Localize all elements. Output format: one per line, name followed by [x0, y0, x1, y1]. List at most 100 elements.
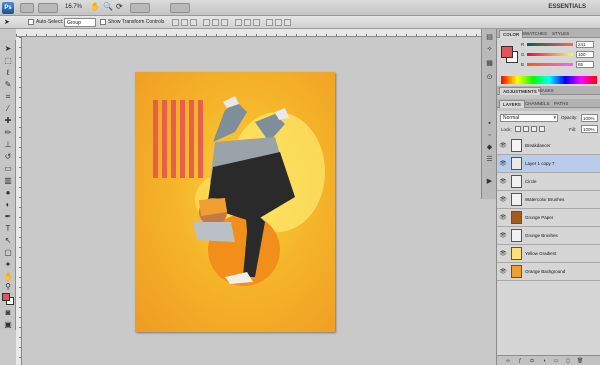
- opacity-field[interactable]: 100%: [581, 114, 598, 122]
- link-layers-icon[interactable]: ∞: [505, 358, 511, 364]
- new-group-icon[interactable]: ▭: [553, 358, 559, 364]
- adjustment-layer-icon[interactable]: ◑: [541, 358, 547, 364]
- visibility-eye-icon[interactable]: 👁: [499, 214, 507, 222]
- tool-presets-icon[interactable]: ◆: [485, 143, 494, 152]
- blue-value-field[interactable]: 85: [576, 61, 594, 68]
- eyedropper-tool-icon[interactable]: ⁄: [2, 104, 14, 114]
- red-value-field[interactable]: 241: [576, 41, 594, 48]
- view-extras-button[interactable]: [38, 3, 58, 13]
- screen-mode-icon[interactable]: ▣: [2, 320, 14, 330]
- screen-mode-button[interactable]: [170, 3, 190, 13]
- pen-tool-icon[interactable]: ✒: [2, 212, 14, 222]
- red-slider[interactable]: [527, 43, 573, 46]
- zoom-tool-icon[interactable]: ⚲: [2, 282, 14, 292]
- tab-masks[interactable]: MASKS: [535, 87, 557, 95]
- eraser-tool-icon[interactable]: ▭: [2, 164, 14, 174]
- distribute-top-button[interactable]: [235, 19, 242, 26]
- align-hcenter-button[interactable]: [212, 19, 219, 26]
- visibility-eye-icon[interactable]: 👁: [499, 268, 507, 276]
- vertical-ruler[interactable]: [16, 37, 22, 365]
- brush-tool-icon[interactable]: ✏: [2, 128, 14, 138]
- visibility-eye-icon[interactable]: 👁: [499, 232, 507, 240]
- align-left-button[interactable]: [203, 19, 210, 26]
- green-slider[interactable]: [527, 53, 573, 56]
- lasso-tool-icon[interactable]: ℓ: [2, 68, 14, 78]
- zoom-tool-icon[interactable]: 🔍: [103, 2, 113, 11]
- auto-select-checkbox[interactable]: [28, 19, 34, 25]
- quick-mask-icon[interactable]: ◙: [2, 308, 14, 318]
- quick-select-tool-icon[interactable]: ✎: [2, 80, 14, 90]
- navigator-icon[interactable]: ✧: [485, 45, 494, 54]
- visibility-eye-icon[interactable]: 👁: [499, 178, 507, 186]
- layer-row[interactable]: 👁 Circle: [497, 173, 600, 191]
- distribute-left-button[interactable]: [266, 19, 273, 26]
- layer-style-icon[interactable]: ƒ: [517, 358, 523, 364]
- rotate-view-icon[interactable]: ⟳: [116, 2, 123, 11]
- green-value-field[interactable]: 100: [576, 51, 594, 58]
- layer-row[interactable]: 👁 Layer 1 copy 7: [497, 155, 600, 173]
- lock-transparent-icon[interactable]: [515, 126, 521, 132]
- path-selection-tool-icon[interactable]: ↖: [2, 236, 14, 246]
- foreground-color-chip[interactable]: [501, 46, 513, 58]
- tab-styles[interactable]: STYLES: [549, 30, 572, 38]
- new-layer-icon[interactable]: ▢: [565, 358, 571, 364]
- bridge-button[interactable]: [20, 3, 34, 13]
- foreground-color-swatch[interactable]: [2, 293, 10, 301]
- lock-all-icon[interactable]: [539, 126, 545, 132]
- character-icon[interactable]: ⊙: [485, 73, 494, 82]
- hand-tool-icon[interactable]: ✋: [90, 2, 100, 11]
- tab-layers[interactable]: LAYERS: [499, 100, 525, 108]
- info-icon[interactable]: ▦: [485, 59, 494, 68]
- actions-icon[interactable]: ▶: [485, 177, 494, 186]
- shape-tool-icon[interactable]: ▢: [2, 248, 14, 258]
- align-top-button[interactable]: [172, 19, 179, 26]
- arrange-documents-button[interactable]: [130, 3, 150, 13]
- tab-channels[interactable]: CHANNELS: [522, 100, 553, 108]
- layer-row[interactable]: 👁 Watercolor Brushes: [497, 191, 600, 209]
- hand-tool-icon[interactable]: ✋: [2, 272, 14, 282]
- layer-row[interactable]: 👁 Orange Background: [497, 263, 600, 281]
- 3d-rotate-tool-icon[interactable]: ✦: [2, 260, 14, 270]
- visibility-eye-icon[interactable]: 👁: [499, 142, 507, 150]
- color-spectrum-bar[interactable]: [501, 76, 597, 84]
- show-transform-checkbox[interactable]: [100, 19, 106, 25]
- workspace-switcher[interactable]: ESSENTIALS: [548, 4, 586, 10]
- distribute-vcenter-button[interactable]: [244, 19, 251, 26]
- gradient-tool-icon[interactable]: ▥: [2, 176, 14, 186]
- document-canvas[interactable]: [135, 72, 335, 332]
- zoom-level[interactable]: 16.7%: [65, 4, 82, 10]
- clone-stamp-tool-icon[interactable]: ⊥: [2, 140, 14, 150]
- blur-tool-icon[interactable]: ●: [2, 188, 14, 198]
- layer-mask-icon[interactable]: ◘: [529, 358, 535, 364]
- layer-row[interactable]: 👁 Grunge Paper: [497, 209, 600, 227]
- lock-position-icon[interactable]: [531, 126, 537, 132]
- align-vcenter-button[interactable]: [181, 19, 188, 26]
- blue-slider[interactable]: [527, 63, 573, 66]
- move-tool-icon[interactable]: ➤: [4, 18, 10, 26]
- delete-layer-icon[interactable]: 🗑: [577, 358, 583, 364]
- tab-swatches[interactable]: SWATCHES: [519, 30, 550, 38]
- history-icon[interactable]: ▤: [485, 33, 494, 42]
- marquee-tool-icon[interactable]: ⬚: [2, 56, 14, 66]
- layer-comps-icon[interactable]: ☰: [485, 155, 494, 164]
- visibility-eye-icon[interactable]: 👁: [499, 196, 507, 204]
- dodge-tool-icon[interactable]: ◐: [2, 200, 14, 210]
- layer-row[interactable]: 👁 Grunge Brushes: [497, 227, 600, 245]
- layer-row[interactable]: 👁 Breakdancer: [497, 137, 600, 155]
- visibility-eye-icon[interactable]: 👁: [499, 160, 507, 168]
- lock-pixels-icon[interactable]: [523, 126, 529, 132]
- history-brush-tool-icon[interactable]: ↺: [2, 152, 14, 162]
- auto-select-dropdown[interactable]: Group: [64, 18, 96, 27]
- type-tool-icon[interactable]: T: [2, 224, 14, 234]
- crop-tool-icon[interactable]: ⌗: [2, 92, 14, 102]
- distribute-bottom-button[interactable]: [253, 19, 260, 26]
- tab-paths[interactable]: PATHS: [551, 100, 571, 108]
- distribute-right-button[interactable]: [284, 19, 291, 26]
- align-bottom-button[interactable]: [190, 19, 197, 26]
- blend-mode-dropdown[interactable]: Normal ▾: [500, 114, 558, 122]
- align-right-button[interactable]: [221, 19, 228, 26]
- layer-row[interactable]: 👁 Yellow Gradient: [497, 245, 600, 263]
- visibility-eye-icon[interactable]: 👁: [499, 250, 507, 258]
- move-tool-icon[interactable]: ➤: [2, 44, 14, 54]
- distribute-hcenter-button[interactable]: [275, 19, 282, 26]
